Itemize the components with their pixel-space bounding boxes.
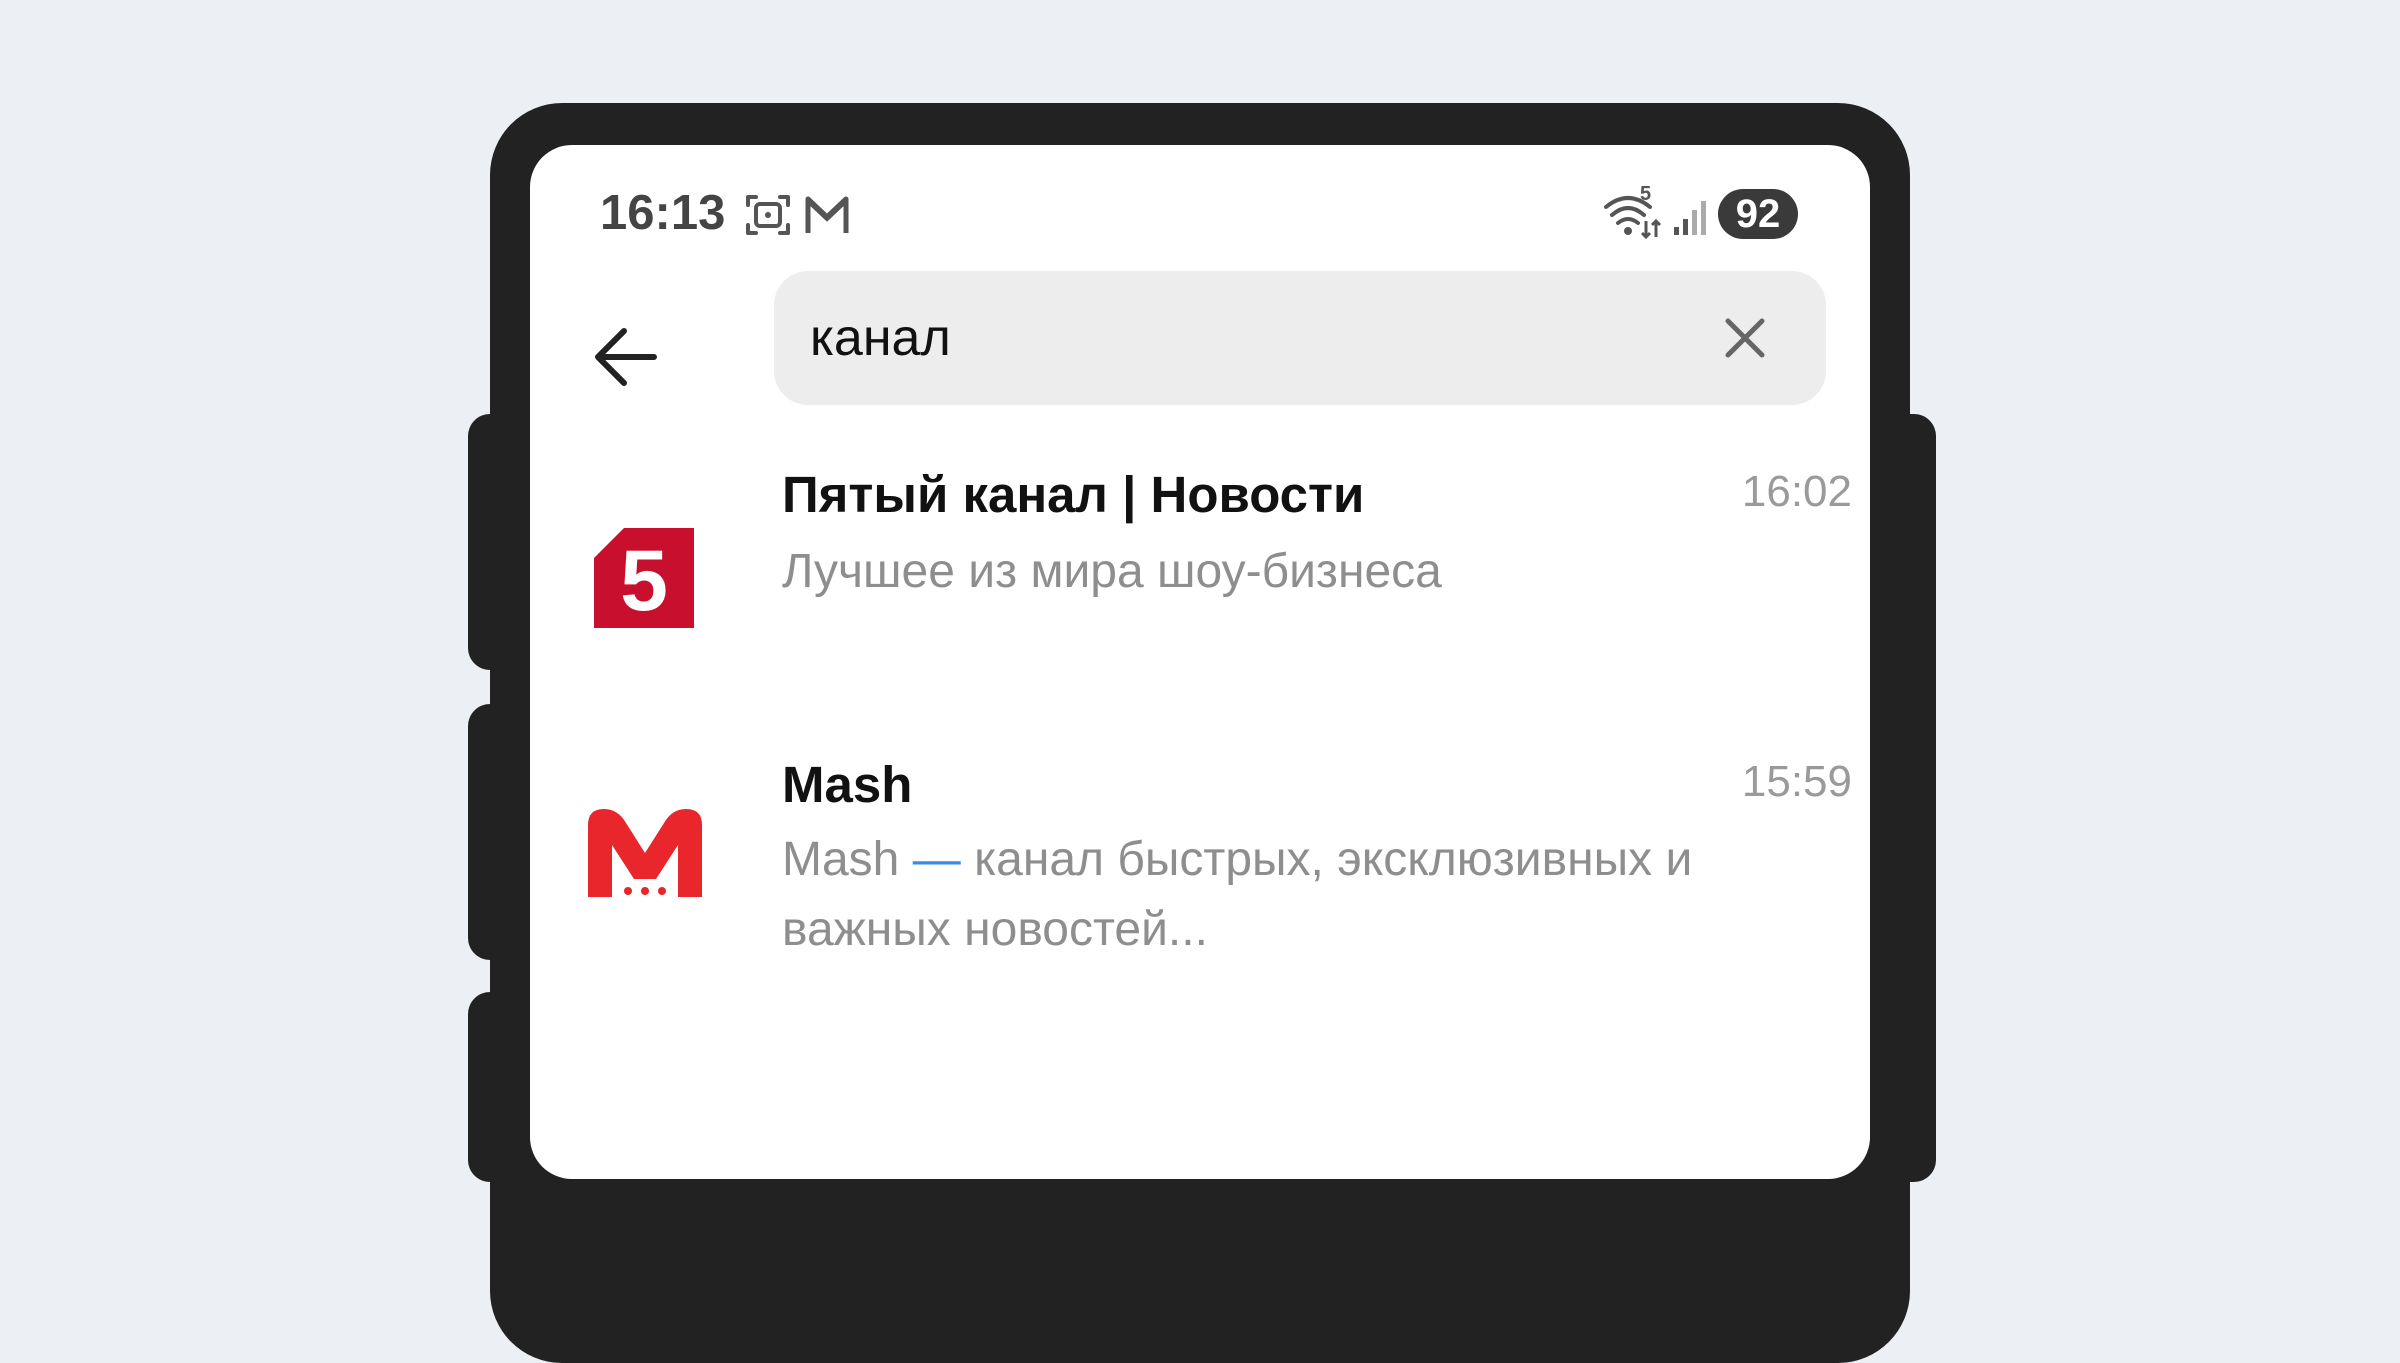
subtitle-prefix: Mash (782, 833, 900, 886)
result-title: Пятый канал | Новости (782, 466, 1365, 523)
clear-icon[interactable] (1714, 307, 1776, 369)
result-item-mash[interactable]: Mash 15:59 Mash — канал быстрых, эксклюз… (530, 735, 1870, 1115)
search-bar (774, 271, 1826, 405)
result-time: 16:02 (1741, 467, 1852, 516)
gmail-icon (805, 196, 849, 233)
phone-side-button (468, 414, 518, 670)
search-input[interactable] (810, 271, 1710, 405)
mash-logo-icon (588, 809, 702, 899)
phone-screen: 16:13 5 92 канал 5 Пятый канал | Новости… (530, 145, 1870, 1179)
battery-indicator: 92 (1718, 189, 1798, 239)
subtitle-dash: — (912, 833, 961, 886)
wifi-icon (1604, 196, 1662, 239)
result-time: 15:59 (1741, 757, 1852, 806)
wifi-band-label: 5 (1640, 183, 1652, 205)
result-subtitle: Лучшее из мира шоу-бизнеса (782, 545, 1442, 598)
result-title: Mash (782, 756, 913, 813)
channel-5-logo-text: 5 (620, 533, 668, 629)
signal-icon (1674, 201, 1706, 235)
phone-side-button (468, 992, 518, 1182)
status-bar: 16:13 5 92 (530, 145, 1870, 285)
status-clock: 16:13 (600, 186, 726, 240)
phone-side-button (468, 704, 518, 960)
result-subtitle: Mash — канал быстрых, эксклюзивных и важ… (782, 825, 1822, 965)
result-item-5-kanal[interactable]: 5 Пятый канал | Новости 16:02 Лучшее из … (530, 445, 1870, 715)
back-arrow-icon[interactable] (584, 309, 680, 405)
channel-5-logo-icon: 5 (594, 528, 694, 629)
screenshot-icon (746, 195, 790, 235)
phone-side-button (1880, 414, 1936, 1182)
